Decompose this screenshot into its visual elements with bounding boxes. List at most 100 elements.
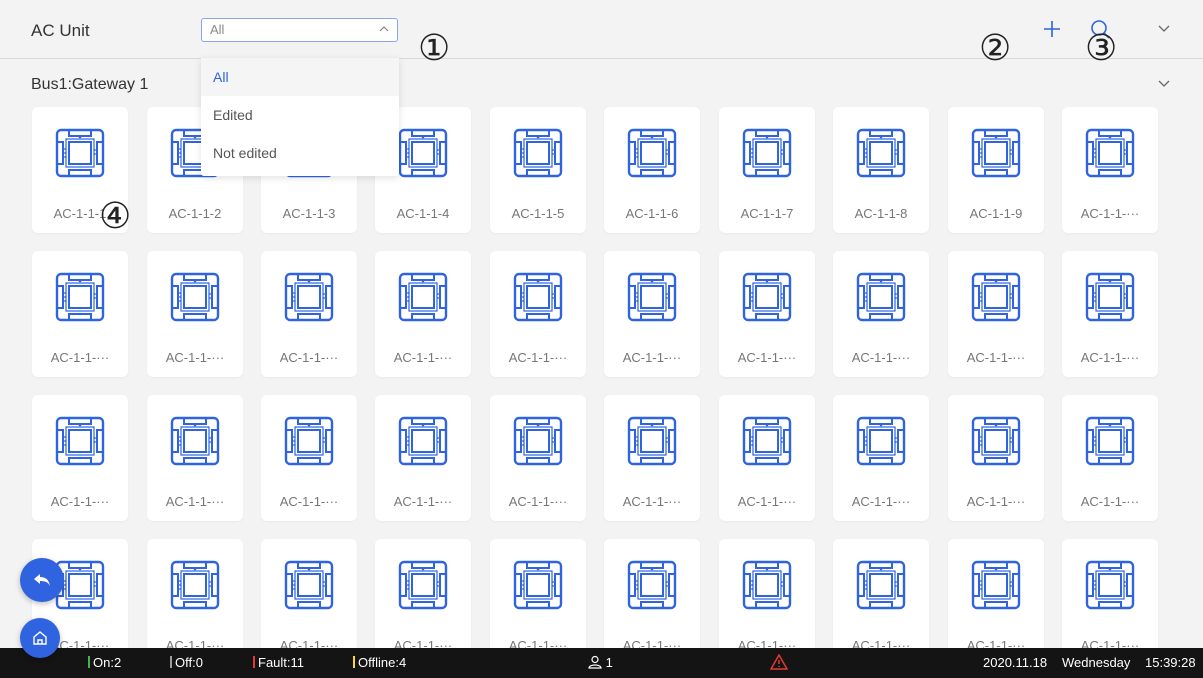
- filter-option-edited[interactable]: Edited: [201, 96, 399, 134]
- ac-unit-icon: [55, 272, 105, 322]
- ac-unit-icon: [971, 272, 1021, 322]
- device-card-label: AC-1-1-···: [851, 638, 911, 648]
- ac-unit-icon: [627, 272, 677, 322]
- device-card-label: AC-1-1-···: [1080, 494, 1140, 509]
- ac-unit-icon: [55, 128, 105, 178]
- device-card[interactable]: AC-1-1-6: [604, 107, 700, 233]
- device-card[interactable]: AC-1-1-···: [719, 251, 815, 377]
- plus-icon[interactable]: [1043, 20, 1061, 38]
- device-card[interactable]: AC-1-1-···: [375, 251, 471, 377]
- page-title: AC Unit: [31, 21, 90, 40]
- device-card-label: AC-1-1-4: [396, 206, 450, 221]
- device-card-label: AC-1-1-9: [969, 206, 1023, 221]
- device-card-label: AC-1-1-···: [1080, 638, 1140, 648]
- ac-unit-icon: [627, 416, 677, 466]
- callout-1: ①: [418, 28, 451, 69]
- device-card[interactable]: AC-1-1-···: [948, 395, 1044, 521]
- warning-icon[interactable]: [769, 653, 789, 673]
- device-card-label: AC-1-1-5: [511, 206, 565, 221]
- filter-option-all[interactable]: All: [201, 58, 399, 96]
- device-card-label: AC-1-1-6: [625, 206, 679, 221]
- device-card[interactable]: AC-1-1-···: [948, 539, 1044, 648]
- device-card-label: AC-1-1-···: [622, 638, 682, 648]
- home-button[interactable]: [20, 618, 60, 658]
- device-card[interactable]: AC-1-1-···: [1062, 395, 1158, 521]
- device-card[interactable]: AC-1-1-···: [32, 251, 128, 377]
- filter-option-not-edited[interactable]: Not edited: [201, 134, 399, 172]
- group-title: Bus1:Gateway 1: [31, 76, 149, 93]
- device-card[interactable]: AC-1-1-···: [604, 251, 700, 377]
- callout-2: ②: [979, 28, 1012, 69]
- device-card[interactable]: AC-1-1-···: [833, 539, 929, 648]
- ac-unit-icon: [971, 416, 1021, 466]
- user-count: 1: [588, 655, 613, 670]
- device-card-label: AC-1-1-···: [508, 350, 568, 365]
- device-card-label: AC-1-1-···: [966, 350, 1026, 365]
- filter-dropdown: All Edited Not edited: [201, 58, 399, 176]
- ac-unit-icon: [1085, 560, 1135, 610]
- device-card-label: AC-1-1-···: [393, 638, 453, 648]
- device-card-label: AC-1-1-···: [622, 494, 682, 509]
- device-card[interactable]: AC-1-1-7: [719, 107, 815, 233]
- ac-unit-icon: [856, 272, 906, 322]
- device-card[interactable]: AC-1-1-9: [948, 107, 1044, 233]
- chevron-down-icon[interactable]: [1158, 80, 1170, 88]
- device-card-label: AC-1-1-···: [851, 494, 911, 509]
- back-button[interactable]: [20, 558, 64, 602]
- device-card[interactable]: AC-1-1-···: [490, 539, 586, 648]
- device-card[interactable]: AC-1-1-···: [604, 395, 700, 521]
- device-card[interactable]: AC-1-1-···: [604, 539, 700, 648]
- status-time: 15:39:28: [1145, 655, 1196, 670]
- ac-unit-icon: [398, 128, 448, 178]
- device-card[interactable]: AC-1-1-···: [1062, 107, 1158, 233]
- ac-unit-icon: [971, 128, 1021, 178]
- device-card-label: AC-1-1-···: [279, 494, 339, 509]
- device-card[interactable]: AC-1-1-···: [490, 395, 586, 521]
- device-card[interactable]: AC-1-1-···: [375, 539, 471, 648]
- device-card[interactable]: AC-1-1-···: [147, 395, 243, 521]
- chevron-down-icon[interactable]: [1158, 25, 1170, 33]
- device-card[interactable]: AC-1-1-···: [1062, 251, 1158, 377]
- device-grid: AC-1-1-1 AC-1-1-2 AC-1-1-3 AC-1-1-4 AC-1-1-5…: [0, 0, 1203, 648]
- device-card-label: AC-1-1-···: [737, 350, 797, 365]
- ac-unit-icon: [55, 416, 105, 466]
- ac-unit-icon: [742, 416, 792, 466]
- ac-unit-icon: [170, 560, 220, 610]
- device-card[interactable]: AC-1-1-···: [261, 539, 357, 648]
- callout-3: ③: [1085, 28, 1118, 69]
- ac-unit-icon: [856, 128, 906, 178]
- filter-select-value: All: [210, 22, 225, 37]
- status-off: Off:0: [170, 655, 203, 670]
- ac-unit-icon: [284, 416, 334, 466]
- device-card[interactable]: AC-1-1-···: [719, 395, 815, 521]
- device-card[interactable]: AC-1-1-···: [490, 251, 586, 377]
- filter-select[interactable]: All: [201, 18, 398, 42]
- device-card[interactable]: AC-1-1-···: [261, 251, 357, 377]
- ac-unit-icon: [1085, 128, 1135, 178]
- device-card-label: AC-1-1-···: [851, 350, 911, 365]
- status-date: 2020.11.18: [983, 655, 1048, 670]
- device-card[interactable]: AC-1-1-···: [833, 395, 929, 521]
- device-card-label: AC-1-1-···: [737, 638, 797, 648]
- device-card[interactable]: AC-1-1-···: [32, 395, 128, 521]
- device-card[interactable]: AC-1-1-8: [833, 107, 929, 233]
- device-card-label: AC-1-1-2: [168, 206, 222, 221]
- device-card[interactable]: AC-1-1-···: [147, 251, 243, 377]
- device-card[interactable]: AC-1-1-···: [1062, 539, 1158, 648]
- device-card[interactable]: AC-1-1-5: [490, 107, 586, 233]
- device-card[interactable]: AC-1-1-···: [719, 539, 815, 648]
- device-card-label: AC-1-1-···: [1080, 206, 1140, 221]
- ac-unit-icon: [284, 272, 334, 322]
- device-card-label: AC-1-1-···: [50, 350, 110, 365]
- device-card[interactable]: AC-1-1-···: [375, 395, 471, 521]
- user-icon: [588, 655, 602, 669]
- device-card[interactable]: AC-1-1-···: [261, 395, 357, 521]
- device-card[interactable]: AC-1-1-···: [948, 251, 1044, 377]
- ac-unit-icon: [398, 560, 448, 610]
- status-weekday: Wednesday: [1062, 655, 1131, 670]
- ac-unit-icon: [971, 560, 1021, 610]
- device-card-label: AC-1-1-3: [282, 206, 336, 221]
- device-card[interactable]: AC-1-1-···: [147, 539, 243, 648]
- device-card[interactable]: AC-1-1-···: [833, 251, 929, 377]
- status-offline: Offline:4: [353, 655, 406, 670]
